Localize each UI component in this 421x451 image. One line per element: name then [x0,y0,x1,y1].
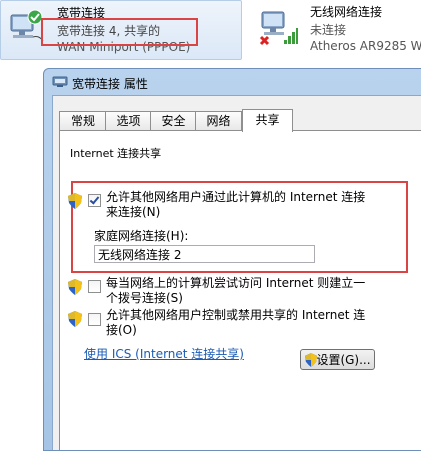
connection-device: Atheros AR9285 Wi [310,39,421,53]
network-connections-strip: 宽带连接 宽带连接 4, 共享的 WAN Miniport (PPPOE) 无线… [0,0,421,62]
network-icon [52,76,68,88]
connection-wireless[interactable]: 无线网络连接 未连接 Atheros AR9285 Wi [252,0,421,58]
home-network-label: 家庭网络连接(H): [94,229,189,243]
dialog-titlebar[interactable]: 宽带连接 属性 [44,69,421,95]
connection-status: 未连接 [310,23,347,37]
properties-dialog: 宽带连接 属性 常规 选项 安全 网络 共享 Internet 连接共享 允许其… [43,68,421,451]
settings-button[interactable]: 设置(G)... [300,349,375,370]
settings-button-label: 设置(G)... [316,353,371,367]
option-dial-line1: 每当网络上的计算机尝试访问 Internet 则建立一 [106,276,366,290]
home-network-field[interactable]: 无线网络连接 2 [94,245,315,263]
ics-help-link[interactable]: 使用 ICS (Internet 连接共享) [84,345,244,362]
status-highlight-box [41,18,198,46]
sharing-panel: Internet 连接共享 允许其他网络用户通过此计算机的 Internet 连… [59,130,421,450]
connection-broadband[interactable]: 宽带连接 宽带连接 4, 共享的 WAN Miniport (PPPOE) [0,0,242,60]
allow-control-checkbox[interactable] [88,313,101,326]
dial-on-demand-checkbox[interactable] [88,280,101,293]
tab-network[interactable]: 网络 [195,111,242,131]
option-control-line2: 接(O) [106,323,137,337]
option-allow-sharing-line1: 允许其他网络用户通过此计算机的 Internet 连接 [106,190,366,204]
shield-icon [68,311,82,327]
dialog-client: 常规 选项 安全 网络 共享 Internet 连接共享 允许其他网络用户通过此… [52,95,421,450]
option-control-line1: 允许其他网络用户控制或禁用共享的 Internet 连 [106,308,366,322]
option-dial-line2: 个拨号连接(S) [106,291,183,305]
dialog-title: 宽带连接 属性 [72,77,148,91]
option-allow-sharing-line2: 来连接(N) [106,205,161,219]
shield-icon [68,193,82,209]
shield-icon [68,279,82,295]
tab-general[interactable]: 常规 [59,111,107,131]
connection-name: 无线网络连接 [310,5,383,19]
wireless-disconnected-icon [258,6,298,46]
shield-icon [305,353,317,367]
tab-sharing[interactable]: 共享 [242,109,293,132]
tab-security[interactable]: 安全 [150,111,197,131]
group-label: Internet 连接共享 [70,147,162,160]
allow-sharing-checkbox[interactable] [88,194,101,207]
tab-options[interactable]: 选项 [105,111,152,131]
